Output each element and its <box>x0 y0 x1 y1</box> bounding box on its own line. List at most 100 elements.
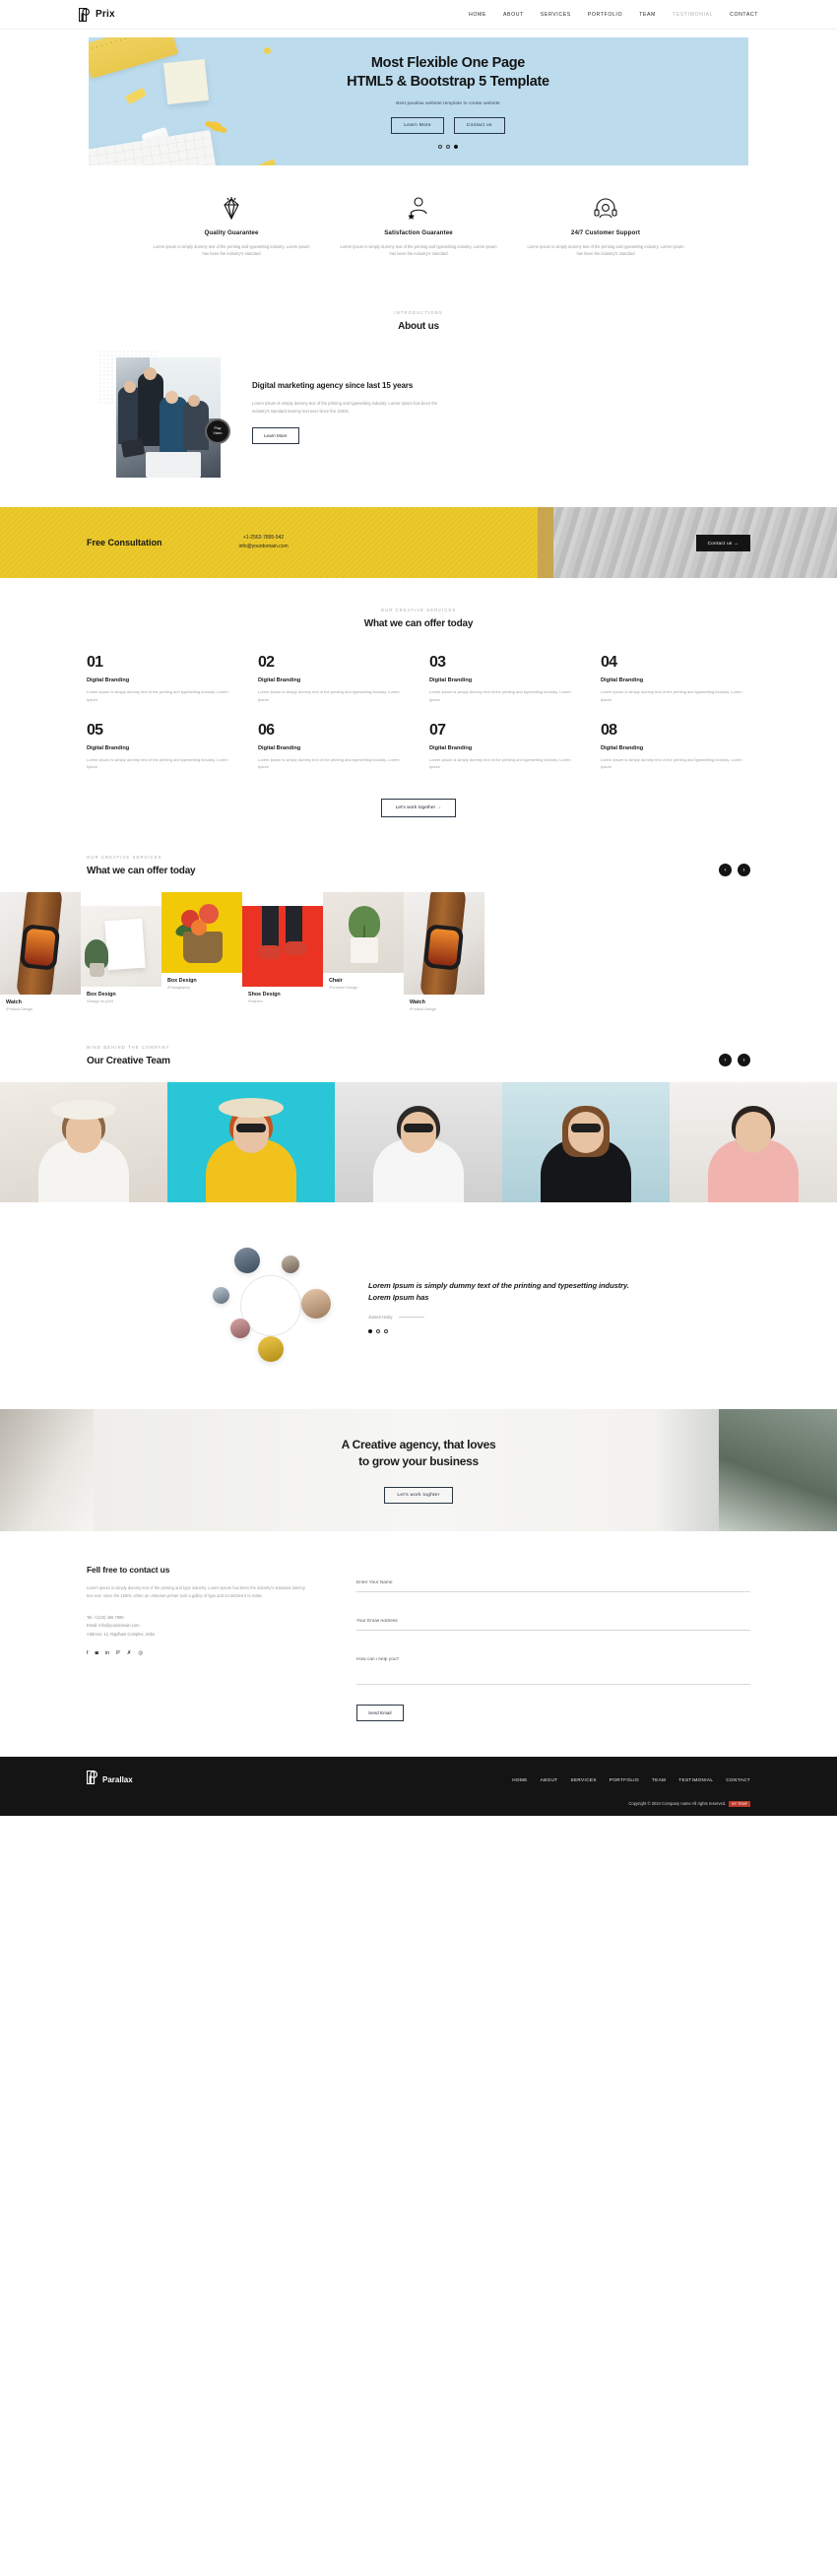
portfolio-item-category: /Fashion <box>248 999 263 1004</box>
consultation-email[interactable]: info@yourdomain.com <box>239 543 289 552</box>
footer-nav-contact[interactable]: CONTACT <box>726 1777 750 1782</box>
service-name: Digital Branding <box>429 677 473 684</box>
team-member-card[interactable] <box>502 1082 670 1203</box>
twitter-icon[interactable]: ✗ <box>127 1650 132 1656</box>
pinterest-icon[interactable]: P <box>116 1650 120 1656</box>
about-eyebrow: INTRODUCTIONS <box>394 310 443 316</box>
footer-nav-home[interactable]: HOME <box>512 1777 527 1782</box>
name-input[interactable] <box>356 1580 750 1593</box>
contact-section: Fell free to contact us Lorem Ipsum is s… <box>0 1531 837 1758</box>
p-logo-icon <box>79 7 90 22</box>
team-title: Our Creative Team <box>87 1056 170 1067</box>
service-name: Digital Branding <box>601 677 644 684</box>
team-member-card[interactable] <box>335 1082 502 1203</box>
nav-item-testimonial[interactable]: TESTIMONIAL <box>673 12 713 18</box>
avatar[interactable] <box>282 1256 299 1274</box>
landing-page: Prix HOME ABOUT SERVICES PORTFOLIO TEAM … <box>0 0 837 1817</box>
play-video-button[interactable]: Play Video <box>205 419 230 445</box>
nav-item-home[interactable]: HOME <box>469 12 486 18</box>
nav-item-portfolio[interactable]: PORTFOLIO <box>588 12 622 18</box>
chevron-left-icon[interactable]: ‹ <box>719 864 732 877</box>
chevron-left-icon[interactable]: ‹ <box>719 1054 732 1067</box>
portfolio-item[interactable]: Chair /Furniture Design <box>323 892 404 990</box>
team-member-card[interactable] <box>670 1082 837 1203</box>
team-eyebrow: MIND BEHIND THE COMPANY <box>87 1045 170 1051</box>
footer-nav-portfolio[interactable]: PORTFOLIO <box>610 1777 639 1782</box>
testimonial-dots <box>368 1328 634 1333</box>
portfolio-item[interactable]: Box Design /Design for print <box>81 892 161 1003</box>
avatar[interactable] <box>213 1287 229 1305</box>
cta-lets-work-button[interactable]: Let's work toghter <box>384 1487 453 1505</box>
consultation-phone[interactable]: +1-2562-7895-542 <box>239 534 289 544</box>
team-arrows: ‹ › <box>719 1054 750 1067</box>
service-item[interactable]: 05 Digital Branding Lorem Ipsum is simpl… <box>87 722 236 770</box>
carousel-dot-3[interactable] <box>454 145 458 150</box>
footer-brand[interactable]: Parallax <box>86 1770 133 1789</box>
avatar[interactable] <box>230 1319 250 1339</box>
facebook-icon[interactable]: f <box>87 1650 89 1656</box>
nav-item-contact[interactable]: CONTACT <box>730 12 758 18</box>
service-item[interactable]: 08 Digital Branding Lorem Ipsum is simpl… <box>601 722 750 770</box>
chevron-right-icon[interactable]: › <box>738 864 750 877</box>
service-item[interactable]: 01 Digital Branding Lorem Ipsum is simpl… <box>87 655 236 702</box>
email-input[interactable] <box>356 1619 750 1632</box>
linkedin-icon[interactable]: in <box>105 1650 109 1656</box>
about-learn-more-button[interactable]: Learn More <box>252 427 299 445</box>
service-item[interactable]: 02 Digital Branding Lorem Ipsum is simpl… <box>258 655 408 702</box>
consultation-contact-button[interactable]: Contact us → <box>695 534 750 551</box>
cta-title: A Creative agency, that loves to grow yo… <box>342 1437 496 1470</box>
service-item[interactable]: 07 Digital Branding Lorem Ipsum is simpl… <box>429 721 579 770</box>
hero-learn-more-button[interactable]: Learn More <box>391 117 444 135</box>
service-item[interactable]: 06 Digital Branding Lorem Ipsum is simpl… <box>258 722 408 770</box>
service-number: 07 <box>429 721 446 739</box>
avatar[interactable] <box>258 1336 284 1363</box>
feature-text: Lorem ipsum is simply dummy text of the … <box>527 244 684 257</box>
portfolio-thumbnail <box>161 892 242 974</box>
testimonial-dot-2[interactable] <box>376 1328 380 1333</box>
contact-address: Address: 12, Rajdhani Complex, India <box>87 1631 155 1637</box>
team-member-card[interactable] <box>0 1082 167 1203</box>
dribbble-icon[interactable]: ◎ <box>138 1650 143 1656</box>
avatar[interactable] <box>301 1289 331 1320</box>
portfolio-thumbnail <box>323 892 404 974</box>
hero-contact-us-button[interactable]: Contact us <box>453 117 505 135</box>
footer-nav-about[interactable]: ABOUT <box>541 1777 558 1782</box>
portfolio-item[interactable]: Watch /Product Design <box>404 892 484 1011</box>
service-name: Digital Branding <box>429 744 473 751</box>
carousel-dot-2[interactable] <box>446 145 450 150</box>
testimonial-dot-1[interactable] <box>368 1328 372 1333</box>
portfolio-item[interactable]: Box Design /Photography <box>161 892 242 990</box>
contact-details: Tel: +(123) 456 7890 Email: info@yourdom… <box>87 1614 311 1639</box>
portfolio-thumbnail <box>0 892 81 996</box>
testimonial-dot-3[interactable] <box>384 1328 388 1333</box>
hero-content: Most Flexible One Page HTML5 & Bootstrap… <box>89 37 748 165</box>
footer-nav-team[interactable]: TEAM <box>652 1777 666 1782</box>
carousel-dot-1[interactable] <box>438 145 442 150</box>
send-email-button[interactable]: Send Email <box>356 1705 404 1722</box>
brand-name: Prix <box>96 9 115 20</box>
consultation-contact: +1-2562-7895-542 info@yourdomain.com <box>239 534 289 552</box>
footer-nav-testimonial[interactable]: TESTIMONIAL <box>678 1777 713 1782</box>
nav-item-about[interactable]: ABOUT <box>503 12 524 18</box>
lets-work-together-button[interactable]: Let's work together → <box>380 799 457 818</box>
nav-item-services[interactable]: SERVICES <box>541 12 571 18</box>
instagram-icon[interactable]: ◙ <box>96 1650 98 1656</box>
chevron-right-icon[interactable]: › <box>738 1054 750 1067</box>
service-item[interactable]: 04 Digital Branding Lorem Ipsum is simpl… <box>601 655 750 702</box>
portfolio-item[interactable]: Watch /Product Design <box>0 892 81 1011</box>
service-item[interactable]: 03 Digital Branding Lorem Ipsum is simpl… <box>429 655 579 702</box>
services-grid: 01 Digital Branding Lorem Ipsum is simpl… <box>87 655 750 770</box>
consultation-banner: Free Consultation +1-2562-7895-542 info@… <box>0 507 837 579</box>
team-strip <box>0 1082 837 1203</box>
avatar[interactable] <box>234 1248 260 1274</box>
about-title: About us <box>398 321 439 333</box>
message-input[interactable] <box>356 1657 750 1686</box>
portfolio-item[interactable]: Shoe Design /Fashion <box>242 892 323 1003</box>
about-heading: Digital marketing agency since last 15 y… <box>252 381 414 391</box>
testimonial-avatars <box>203 1242 351 1372</box>
team-member-card[interactable] <box>167 1082 335 1203</box>
footer-nav-services[interactable]: SERVICES <box>571 1777 597 1782</box>
about-team-photo <box>116 357 221 479</box>
brand-logo[interactable]: Prix <box>79 7 115 22</box>
nav-item-team[interactable]: TEAM <box>639 12 656 18</box>
